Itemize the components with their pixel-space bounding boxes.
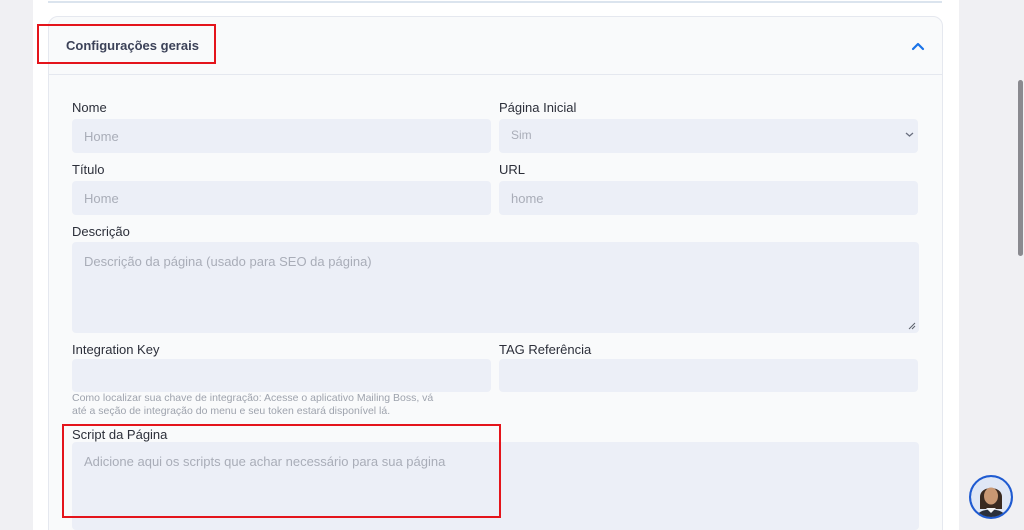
script-pagina-label: Script da Página — [72, 427, 168, 442]
tag-referencia-label: TAG Referência — [499, 342, 592, 357]
url-input[interactable] — [499, 181, 918, 215]
support-avatar-graphic — [971, 477, 1011, 517]
panel-title: Configurações gerais — [66, 38, 199, 53]
descricao-textarea[interactable] — [72, 242, 919, 333]
top-divider — [48, 1, 942, 3]
descricao-wrapper — [72, 242, 919, 333]
titulo-label: Título — [72, 162, 105, 177]
chevron-down-icon — [905, 132, 914, 137]
pagina-inicial-select[interactable]: Sim — [499, 119, 918, 153]
tag-referencia-input[interactable] — [499, 359, 918, 392]
pagina-inicial-value: Sim — [511, 128, 532, 142]
integration-key-help-line2: até a seção de integração do menu e seu … — [72, 405, 391, 417]
integration-key-input[interactable] — [72, 359, 491, 392]
script-pagina-textarea[interactable] — [72, 442, 919, 530]
resize-handle-icon[interactable] — [908, 322, 916, 330]
integration-key-label: Integration Key — [72, 342, 160, 357]
pagina-inicial-label: Página Inicial — [499, 100, 577, 115]
panel-header[interactable]: Configurações gerais — [49, 17, 942, 75]
chevron-up-icon[interactable] — [911, 41, 925, 51]
titulo-input[interactable] — [72, 181, 491, 215]
scrollbar-thumb[interactable] — [1018, 80, 1023, 256]
url-label: URL — [499, 162, 526, 177]
nome-label: Nome — [72, 100, 107, 115]
support-avatar-icon[interactable] — [969, 475, 1013, 519]
descricao-label: Descrição — [72, 224, 130, 239]
integration-key-help: Como localizar sua chave de integração: … — [72, 392, 433, 418]
integration-key-help-line1: Como localizar sua chave de integração: … — [72, 392, 434, 404]
nome-input[interactable] — [72, 119, 491, 153]
